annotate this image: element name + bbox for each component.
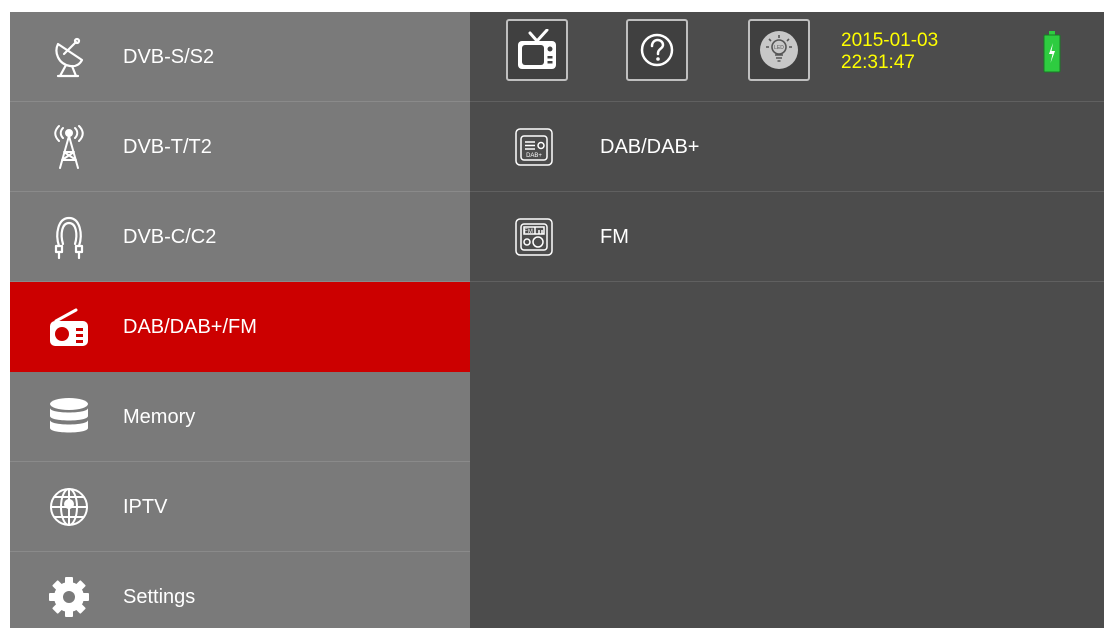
menu-item-dab[interactable]: DAB+ DAB/DAB+ bbox=[470, 102, 1104, 192]
sidebar-item-dvb-c[interactable]: DVB-C/C2 bbox=[10, 192, 470, 282]
sidebar-item-label: IPTV bbox=[123, 496, 168, 518]
satellite-dish-icon bbox=[46, 34, 92, 80]
sidebar-item-iptv[interactable]: IPTV bbox=[10, 462, 470, 552]
radio-icon bbox=[46, 304, 92, 350]
main-panel: LED 2015-01-03 22:31:47 DAB+ DAB/DAB+ FM… bbox=[470, 12, 1104, 628]
sidebar-item-dvb-s[interactable]: DVB-S/S2 bbox=[10, 12, 470, 102]
database-icon bbox=[46, 394, 92, 440]
svg-text:LED: LED bbox=[774, 45, 784, 51]
date-text: 2015-01-03 bbox=[841, 30, 939, 51]
battery-charging-icon bbox=[1043, 31, 1061, 73]
globe-icon bbox=[46, 484, 92, 530]
app-window: DVB-S/S2 DVB-T/T2 DVB-C/C2 DAB/DAB+/FM M… bbox=[0, 0, 1104, 628]
sidebar-item-label: Settings bbox=[123, 586, 196, 608]
fm-radio-icon: FM bbox=[513, 216, 555, 258]
datetime: 2015-01-03 22:31:47 bbox=[841, 30, 938, 74]
divider bbox=[470, 281, 1104, 282]
gear-icon bbox=[46, 574, 92, 620]
antenna-tower-icon bbox=[46, 124, 92, 170]
sidebar-item-settings[interactable]: Settings bbox=[10, 552, 470, 642]
sidebar: DVB-S/S2 DVB-T/T2 DVB-C/C2 DAB/DAB+/FM M… bbox=[10, 12, 470, 628]
sidebar-item-label: DAB/DAB+/FM bbox=[123, 316, 257, 338]
svg-text:DAB+: DAB+ bbox=[526, 153, 542, 159]
cable-icon bbox=[46, 214, 92, 260]
menu-item-fm[interactable]: FM FM bbox=[470, 192, 1104, 282]
svg-text:FM: FM bbox=[524, 229, 533, 235]
sidebar-item-label: DVB-C/C2 bbox=[123, 226, 217, 248]
status-bar: LED 2015-01-03 22:31:47 bbox=[470, 12, 1104, 101]
help-button[interactable] bbox=[626, 19, 688, 81]
sidebar-item-label: DVB-T/T2 bbox=[123, 136, 212, 158]
dab-radio-icon: DAB+ bbox=[513, 126, 555, 168]
sidebar-item-label: Memory bbox=[123, 406, 196, 428]
sidebar-item-dvb-t[interactable]: DVB-T/T2 bbox=[10, 102, 470, 192]
menu-item-label: DAB/DAB+ bbox=[600, 136, 700, 158]
menu-item-label: FM bbox=[600, 226, 629, 248]
time-text: 22:31:47 bbox=[841, 52, 915, 73]
sidebar-item-memory[interactable]: Memory bbox=[10, 372, 470, 462]
sidebar-item-dab-fm[interactable]: DAB/DAB+/FM bbox=[10, 282, 470, 372]
led-button[interactable]: LED bbox=[748, 19, 810, 81]
tv-button[interactable] bbox=[506, 19, 568, 81]
sidebar-item-label: DVB-S/S2 bbox=[123, 46, 215, 68]
